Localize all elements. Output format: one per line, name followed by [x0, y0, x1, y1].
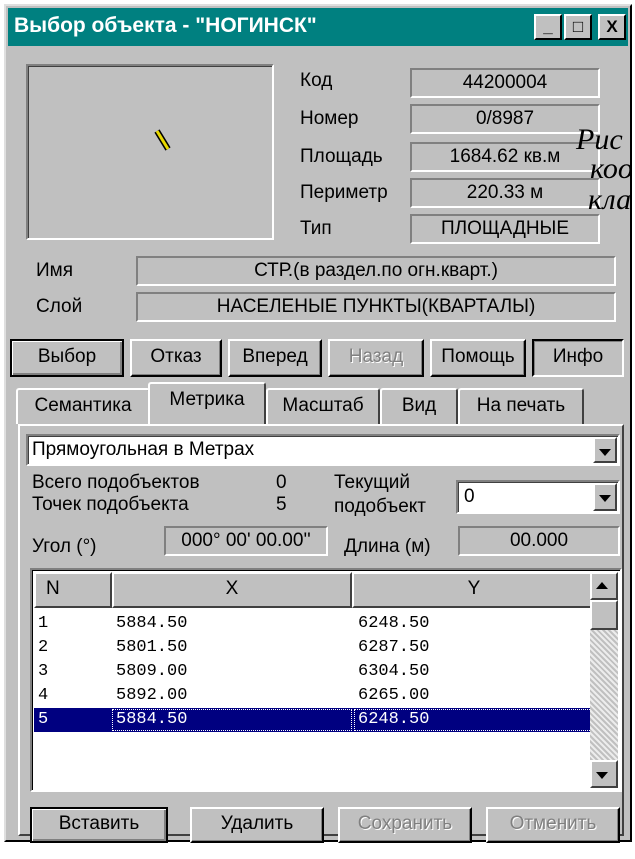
cell-x: 5884.50 [116, 710, 188, 729]
current-subobject-select[interactable]: 0 [456, 480, 620, 514]
title-bar[interactable]: Выбор объекта - "НОГИНСК" _ □ X [8, 8, 628, 46]
scroll-thumb[interactable] [590, 600, 618, 630]
length-label: Длина (м) [344, 536, 431, 557]
total-subobjects-value: 0 [276, 472, 287, 493]
vpered-button[interactable]: Вперед [228, 339, 322, 377]
points-value: 5 [276, 494, 287, 515]
vstavit-button[interactable]: Вставить [30, 807, 168, 843]
current-subobject-value: 0 [464, 486, 475, 507]
current-subobject-label-1: Текущий [334, 472, 410, 493]
tab-masshtab[interactable]: Масштаб [266, 388, 380, 424]
kod-value: 44200004 [410, 68, 600, 98]
object-preview [26, 64, 274, 240]
perimetr-value: 220.33 м [410, 178, 600, 208]
cell-y: 6304.50 [358, 662, 430, 681]
cell-y: 6248.50 [358, 614, 430, 633]
otkaz-button[interactable]: Отказ [130, 339, 222, 377]
grid-header-n[interactable]: N [34, 572, 112, 608]
ploshad-value: 1684.62 кв.м [410, 142, 600, 172]
tip-value: ПЛОЩАДНЫЕ [410, 214, 600, 244]
angle-value: 000° 00' 00.00'' [164, 526, 328, 556]
cell-n: 3 [38, 662, 49, 681]
coordinates-grid[interactable]: N X Y 1 5884.50 6248.50 2 5801.50 6287.5… [30, 568, 622, 792]
grid-scrollbar[interactable] [590, 572, 618, 788]
tab-vid[interactable]: Вид [380, 388, 458, 424]
cell-x: 5801.50 [116, 638, 188, 657]
grid-header-y[interactable]: Y [352, 572, 596, 608]
nomer-label: Номер [300, 108, 359, 129]
cell-x: 5884.50 [116, 614, 188, 633]
object-shape-icon [154, 129, 171, 151]
length-value: 00.000 [458, 526, 620, 556]
object-selection-window: Выбор объекта - "НОГИНСК" _ □ X Код 4420… [4, 4, 632, 843]
sohranit-button[interactable]: Сохранить [338, 807, 472, 843]
cell-y: 6287.50 [358, 638, 430, 657]
ploshad-label: Площадь [300, 146, 383, 167]
chevron-down-icon [599, 495, 611, 502]
maximize-button[interactable]: □ [564, 14, 592, 40]
cell-y: 6265.00 [358, 686, 430, 705]
grid-header-x[interactable]: X [112, 572, 352, 608]
table-row[interactable]: 2 5801.50 6287.50 [34, 636, 596, 660]
cell-n: 5 [38, 710, 49, 729]
nazad-button[interactable]: Назад [328, 339, 424, 377]
window-title: Выбор объекта - "НОГИНСК" [14, 14, 317, 37]
chevron-up-icon [596, 582, 608, 589]
udalit-button[interactable]: Удалить [190, 807, 324, 843]
current-subobject-dropdown-button[interactable] [593, 483, 617, 511]
total-subobjects-label: Всего подобъектов [32, 472, 200, 493]
tip-label: Тип [300, 218, 332, 239]
tab-na-pechat[interactable]: На печать [458, 388, 584, 424]
chevron-down-icon [599, 449, 611, 456]
projection-value: Прямоугольная в Метрах [32, 439, 255, 460]
cell-n: 1 [38, 614, 49, 633]
close-button[interactable]: X [598, 14, 626, 40]
tab-semantika[interactable]: Семантика [16, 388, 150, 424]
projection-select[interactable]: Прямоугольная в Метрах [26, 434, 620, 466]
cell-x: 5892.00 [116, 686, 188, 705]
table-row[interactable]: 3 5809.00 6304.50 [34, 660, 596, 684]
imya-label: Имя [36, 260, 74, 281]
background-text-2: коо [590, 152, 633, 185]
table-row-selected[interactable]: 5 5884.50 6248.50 [34, 708, 596, 732]
cell-x: 5809.00 [116, 662, 188, 681]
perimetr-label: Периметр [300, 182, 388, 203]
table-row[interactable]: 1 5884.50 6248.50 [34, 612, 596, 636]
kod-label: Код [300, 70, 333, 91]
chevron-down-icon [596, 772, 608, 779]
otmenit-button[interactable]: Отменить [486, 807, 620, 843]
vybor-button[interactable]: Выбор [10, 339, 124, 377]
table-row[interactable]: 4 5892.00 6265.00 [34, 684, 596, 708]
current-subobject-label-2: подобъект [334, 496, 427, 517]
imya-value: СТР.(в раздел.по огн.кварт.) [136, 256, 616, 286]
cell-n: 2 [38, 638, 49, 657]
tab-metrika[interactable]: Метрика [148, 382, 266, 424]
info-button[interactable]: Инфо [532, 339, 624, 377]
sloy-label: Слой [36, 296, 83, 317]
cell-n: 4 [38, 686, 49, 705]
cell-y: 6248.50 [358, 710, 430, 729]
background-text-3: кла [588, 183, 632, 216]
pomosh-button[interactable]: Помощь [430, 339, 526, 377]
scroll-up-button[interactable] [590, 572, 618, 600]
projection-dropdown-button[interactable] [593, 437, 617, 463]
minimize-button[interactable]: _ [534, 14, 562, 40]
sloy-value: НАСЕЛЕНЫЕ ПУНКТЫ(КВАРТАЛЫ) [136, 292, 616, 322]
angle-label: Угол (°) [32, 536, 97, 557]
points-label: Точек подобъекта [32, 494, 189, 515]
nomer-value: 0/8987 [410, 104, 600, 134]
scroll-down-button[interactable] [590, 760, 618, 788]
